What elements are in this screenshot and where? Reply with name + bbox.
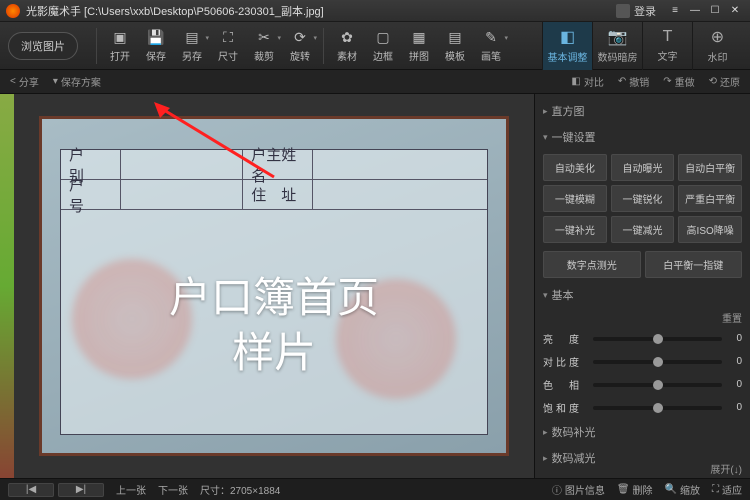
app-logo xyxy=(6,4,20,18)
login-button[interactable]: 登录 xyxy=(616,3,656,19)
section-histogram[interactable]: 直方图 xyxy=(543,98,742,124)
crop-tool[interactable]: ✂裁剪▾ xyxy=(247,26,281,65)
section-fill-light[interactable]: 数码补光 xyxy=(543,419,742,445)
next-label: 下一张 xyxy=(158,482,188,497)
window-title: 光影魔术手 [C:\Users\xxb\Desktop\P50606-23030… xyxy=(26,3,616,19)
fit-button[interactable]: ⛶ 适应 xyxy=(712,482,742,497)
right-panel: 直方图 一键设置 自动美化 自动曝光 自动白平衡 一键模糊 一键锐化 严重白平衡… xyxy=(534,94,750,478)
material-icon: ✿ xyxy=(338,28,356,46)
basic-icon: ◧ xyxy=(560,27,575,47)
size-tool[interactable]: ⛶尺寸 xyxy=(211,26,245,65)
saveas-tool[interactable]: ▤另存▾ xyxy=(175,26,209,65)
avatar-icon xyxy=(616,4,630,18)
slider-contrast[interactable]: 对比度0 xyxy=(543,350,742,373)
size-icon: ⛶ xyxy=(219,28,237,46)
open-tool[interactable]: ▣打开 xyxy=(103,26,137,65)
redo-button[interactable]: ↷ 重做 xyxy=(663,74,694,89)
tab-watermark[interactable]: ⊕水印 xyxy=(692,22,742,70)
watermark-icon: ⊕ xyxy=(711,27,724,47)
collage-icon: ▦ xyxy=(410,28,428,46)
template-icon: ▤ xyxy=(446,28,464,46)
section-oneclick[interactable]: 一键设置 xyxy=(543,124,742,150)
auto-beautify[interactable]: 自动美化 xyxy=(543,154,607,181)
image-info[interactable]: ⓘ 图片信息 xyxy=(552,482,605,497)
high-iso[interactable]: 高ISO降噪 xyxy=(678,216,742,243)
rotate-icon: ⟳ xyxy=(291,28,309,46)
delete-button[interactable]: 🗑 删除 xyxy=(617,482,653,497)
save-scheme[interactable]: ▾ 保存方案 xyxy=(53,74,101,89)
zoom-control[interactable]: 🔍 缩放 xyxy=(665,482,700,497)
collage-tool[interactable]: ▦拼图 xyxy=(402,26,436,65)
compare-button[interactable]: ◧ 对比 xyxy=(571,74,603,89)
wb-onekey[interactable]: 白平衡一指键 xyxy=(645,251,743,278)
text-icon: T xyxy=(663,28,673,46)
save-icon: 💾 xyxy=(147,28,165,46)
menu-icon[interactable]: ≡ xyxy=(666,4,684,18)
browse-button[interactable]: 浏览图片 xyxy=(8,32,78,60)
undo-button[interactable]: ↶ 撤销 xyxy=(618,74,649,89)
one-sharpen[interactable]: 一键锐化 xyxy=(611,185,675,212)
slider-brightness[interactable]: 亮 度0 xyxy=(543,327,742,350)
watermark-text-1: 户口簿首页 xyxy=(42,264,506,325)
brush-tool[interactable]: ✎画笔▾ xyxy=(474,26,508,65)
watermark-text-2: 样片 xyxy=(42,319,506,380)
tab-basic[interactable]: ◧基本调整 xyxy=(542,22,592,70)
prev-label: 上一张 xyxy=(116,482,146,497)
maximize-button[interactable]: ☐ xyxy=(706,4,724,18)
template-tool[interactable]: ▤模板 xyxy=(438,26,472,65)
one-fill[interactable]: 一键补光 xyxy=(543,216,607,243)
border-icon: ▢ xyxy=(374,28,392,46)
brush-icon: ✎ xyxy=(482,28,500,46)
section-basic[interactable]: 基本 xyxy=(543,282,742,308)
rotate-tool[interactable]: ⟳旋转▾ xyxy=(283,26,317,65)
save-tool[interactable]: 💾保存 xyxy=(139,26,173,65)
saveas-icon: ▤ xyxy=(183,28,201,46)
crop-icon: ✂ xyxy=(255,28,273,46)
image-dimensions: 尺寸：2705×1884 xyxy=(200,482,280,497)
auto-exposure[interactable]: 自动曝光 xyxy=(611,154,675,181)
spot-meter[interactable]: 数字点测光 xyxy=(543,251,641,278)
heavy-wb[interactable]: 严重白平衡 xyxy=(678,185,742,212)
annotation-arrow xyxy=(154,102,294,192)
prev-image[interactable]: |◀ xyxy=(8,483,54,497)
expand-button[interactable]: 展开(↓) xyxy=(710,461,742,476)
one-blur[interactable]: 一键模糊 xyxy=(543,185,607,212)
close-button[interactable]: ✕ xyxy=(726,4,744,18)
left-edge-strip xyxy=(0,94,14,478)
restore-button[interactable]: ⟲ 还原 xyxy=(709,74,740,89)
reset-button[interactable]: 重置 xyxy=(543,308,742,327)
next-image[interactable]: ▶| xyxy=(58,483,104,497)
image-canvas[interactable]: 户 别 户主姓名 户 号 住 址 户口簿首页 样片 xyxy=(14,94,534,478)
minimize-button[interactable]: — xyxy=(686,4,704,18)
slider-hue[interactable]: 色 相0 xyxy=(543,373,742,396)
slider-saturation[interactable]: 饱和度0 xyxy=(543,396,742,419)
auto-wb[interactable]: 自动白平衡 xyxy=(678,154,742,181)
material-tool[interactable]: ✿素材 xyxy=(330,26,364,65)
tab-darkroom[interactable]: 📷数码暗房 xyxy=(592,22,642,70)
share-link[interactable]: < 分享 xyxy=(10,74,39,89)
tab-text[interactable]: T文字 xyxy=(642,22,692,70)
border-tool[interactable]: ▢边框 xyxy=(366,26,400,65)
cell-huhao: 户 号 xyxy=(61,180,121,209)
darkroom-icon: 📷 xyxy=(608,27,628,47)
one-dim[interactable]: 一键减光 xyxy=(611,216,675,243)
open-icon: ▣ xyxy=(111,28,129,46)
